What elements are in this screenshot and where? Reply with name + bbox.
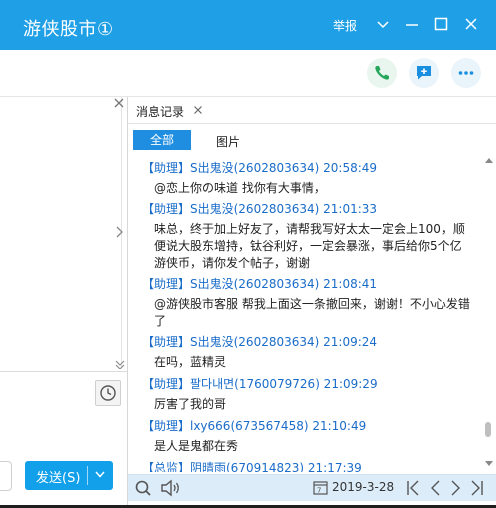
maximize-icon[interactable] — [433, 16, 449, 32]
send-separator — [87, 466, 88, 485]
first-page-icon[interactable] — [406, 479, 420, 497]
message-scrollbar[interactable] — [483, 157, 495, 472]
message-header[interactable]: 【助理】S出鬼没(2602803634) 20:58:49 — [142, 159, 472, 176]
chevron-down-icon[interactable] — [114, 359, 126, 369]
filter-images-button[interactable]: 图片 — [216, 133, 240, 150]
message-body: 厉害了我的哥 — [154, 397, 227, 411]
message-item: 【助理】S出鬼没(2602803634) 21:08:41 @游侠股市客服 帮我… — [142, 275, 472, 330]
more-icon — [458, 71, 474, 75]
clock-icon — [100, 385, 116, 401]
tab-message-record[interactable]: 消息记录 — [128, 97, 496, 123]
phone-icon — [375, 66, 389, 80]
history-button[interactable] — [95, 380, 121, 406]
message-item: 【助理】팔다내면(1760079726) 21:09:29 厉害了我的哥 — [142, 375, 472, 413]
speaker-icon[interactable] — [160, 479, 182, 497]
filter-all-button[interactable]: 全部 — [133, 130, 191, 150]
chevron-down-icon[interactable] — [94, 470, 106, 480]
close-icon[interactable] — [193, 105, 203, 115]
report-button[interactable]: 举报 — [333, 17, 357, 34]
record-date[interactable]: 2019-3-28 — [332, 480, 394, 494]
send-label: 发送(S) — [36, 471, 81, 486]
scroll-down-icon[interactable] — [485, 461, 493, 467]
compose-divider — [0, 371, 127, 372]
message-header[interactable]: 【助理】lxy666(673567458) 21:10:49 — [142, 417, 472, 434]
record-statusbar: 7 2019-3-28 — [128, 474, 496, 501]
chat-pane: 发送(S) — [0, 97, 127, 508]
message-record-panel: 消息记录 全部 图片 【助理】S出鬼没(2602803634) 20:58:49… — [127, 97, 496, 508]
window-title: 游侠股市① — [23, 19, 114, 40]
message-body: @游侠股市客服 帮我上面这一条撤回来，谢谢！不小心发错了 — [154, 297, 470, 328]
message-body: 味总，终于加上好友了，请帮我写好太太一定会上100，顺便说大股东增持，钛谷利好，… — [154, 222, 465, 270]
message-body: @恋上你の味道 找你有大事情， — [154, 181, 326, 195]
title-bar: 游侠股市① 举报 — [0, 0, 496, 50]
message-item: 【助理】lxy666(673567458) 21:10:49 是人是鬼都在秀 — [142, 417, 472, 455]
message-header[interactable]: 【总监】阴晴雨(670914823) 21:17:39 — [142, 459, 472, 472]
chevron-down-icon[interactable] — [375, 16, 391, 32]
message-item: 【助理】S出鬼没(2602803634) 21:09:24 在吗，蓝精灵 — [142, 333, 472, 371]
message-body: 是人是鬼都在秀 — [154, 439, 239, 453]
message-header[interactable]: 【助理】S出鬼没(2602803634) 21:08:41 — [142, 275, 472, 292]
message-button[interactable] — [409, 58, 439, 88]
calendar-icon[interactable]: 7 — [313, 480, 328, 495]
prev-page-icon[interactable] — [429, 479, 441, 497]
message-item: 【助理】S出鬼没(2602803634) 20:58:49 @恋上你の味道 找你… — [142, 159, 472, 197]
next-page-icon[interactable] — [450, 479, 462, 497]
scroll-thumb[interactable] — [485, 422, 491, 437]
tab-title: 消息记录 — [136, 105, 185, 119]
compose-input[interactable] — [0, 461, 12, 491]
chevron-right-icon[interactable] — [115, 225, 125, 239]
close-icon[interactable] — [463, 16, 479, 32]
phone-button[interactable] — [367, 58, 397, 88]
message-body: 在吗，蓝精灵 — [154, 355, 227, 369]
message-item: 【助理】S出鬼没(2602803634) 21:01:33 味总，终于加上好友了… — [142, 200, 472, 272]
message-header[interactable]: 【助理】S出鬼没(2602803634) 21:09:24 — [142, 333, 472, 350]
close-icon[interactable] — [113, 97, 125, 109]
more-button[interactable] — [451, 58, 481, 88]
message-header[interactable]: 【助理】팔다내면(1760079726) 21:09:29 — [142, 375, 472, 392]
svg-text:7: 7 — [317, 487, 321, 495]
tab-underline — [128, 123, 496, 124]
last-page-icon[interactable] — [470, 479, 484, 497]
send-button[interactable]: 发送(S) — [25, 461, 113, 490]
message-list: 【助理】S出鬼没(2602803634) 20:58:49 @恋上你の味道 找你… — [128, 159, 483, 472]
message-header[interactable]: 【助理】S出鬼没(2602803634) 21:01:33 — [142, 200, 472, 217]
message-item: 【总监】阴晴雨(670914823) 21:17:39 — [142, 459, 472, 472]
chat-toolbar — [0, 50, 496, 97]
search-icon[interactable] — [134, 479, 152, 497]
scroll-up-icon[interactable] — [485, 157, 493, 163]
message-plus-icon — [417, 66, 431, 80]
minimize-icon[interactable] — [404, 16, 420, 32]
